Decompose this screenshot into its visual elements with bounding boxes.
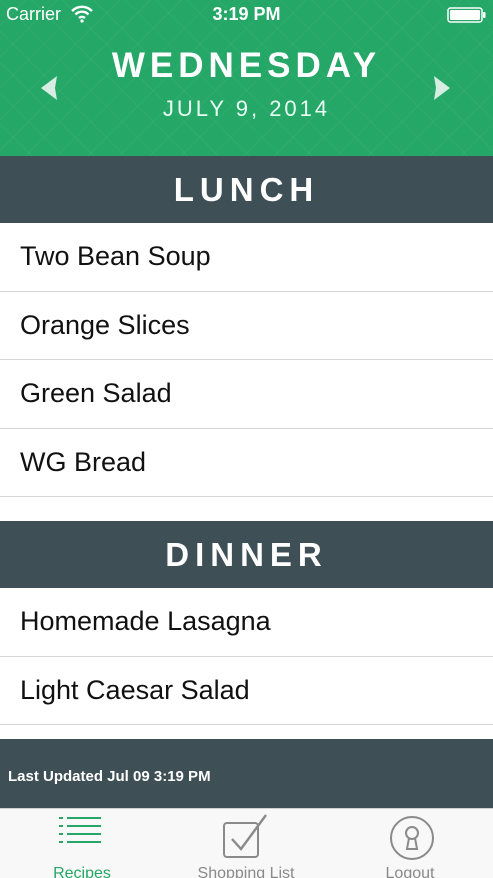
status-time: 3:19 PM [212, 4, 281, 24]
tab-shopping-list-label: Shopping List [197, 865, 295, 878]
list-icon [59, 817, 101, 843]
last-updated-text: Last Updated Jul 09 3:19 PM [8, 768, 211, 785]
dinner-list: Homemade Lasagna Light Caesar Salad [0, 588, 493, 725]
list-item[interactable]: Homemade Lasagna [0, 588, 493, 657]
lunch-section-header: LUNCH [0, 156, 493, 223]
app-screen: Carrier 3:19 PM WEDNESDAY JULY 9, 2014 L… [0, 0, 493, 878]
list-item-label: WG Bread [20, 446, 147, 477]
tab-recipes-label: Recipes [53, 865, 111, 878]
dinner-section-header: DINNER [0, 521, 493, 588]
list-item[interactable]: Green Salad [0, 360, 493, 429]
lunch-list: Two Bean Soup Orange Slices Green Salad … [0, 223, 493, 497]
tab-recipes[interactable]: Recipes [0, 809, 164, 878]
list-item-label: Two Bean Soup [20, 241, 211, 271]
list-item-label: Homemade Lasagna [20, 606, 271, 636]
list-item-label: Green Salad [20, 378, 172, 408]
list-item[interactable]: Light Caesar Salad [0, 656, 493, 725]
date-label: JULY 9, 2014 [162, 96, 331, 121]
tab-shopping-list[interactable]: Shopping List [164, 809, 328, 878]
list-item-label: Light Caesar Salad [20, 674, 250, 705]
last-updated-bar: Last Updated Jul 09 3:19 PM [0, 739, 493, 808]
list-item[interactable]: Orange Slices [0, 291, 493, 360]
tab-bar: Recipes Shopping List Logout [0, 808, 493, 878]
status-bar: Carrier 3:19 PM [0, 0, 493, 30]
list-item[interactable]: WG Bread [0, 428, 493, 497]
day-title: WEDNESDAY [111, 46, 382, 85]
section-spacer [0, 497, 493, 521]
chevron-right-icon[interactable] [430, 74, 454, 102]
tab-logout-label: Logout [385, 865, 435, 878]
day-header: Carrier 3:19 PM WEDNESDAY JULY 9, 2014 [0, 0, 493, 156]
list-item[interactable]: Two Bean Soup [0, 223, 493, 292]
tab-logout[interactable]: Logout [328, 809, 493, 878]
list-item-label: Orange Slices [20, 309, 190, 340]
keyhole-icon [390, 816, 434, 860]
battery-icon [447, 7, 486, 23]
checkbox-icon [223, 814, 267, 858]
